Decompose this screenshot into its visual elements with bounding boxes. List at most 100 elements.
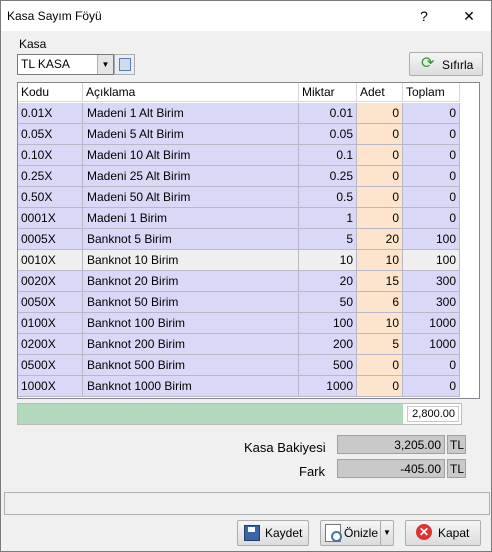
cell-qty: 0.1: [299, 145, 357, 166]
balance-label: Kasa Bakiyesi: [244, 440, 326, 455]
reset-button-label: Sıfırla: [442, 58, 474, 72]
diff-value: -405.00: [337, 459, 445, 478]
cell-qty: 5: [299, 229, 357, 250]
balance-value: 3,205.00: [337, 435, 445, 454]
cell-qty: 200: [299, 334, 357, 355]
total-progress-fill: [18, 404, 404, 424]
table-row[interactable]: 0010X Banknot 10 Birim 10 10 100: [18, 250, 479, 271]
cell-count[interactable]: 0: [357, 124, 403, 145]
cell-desc: Banknot 50 Birim: [83, 292, 299, 313]
cell-desc: Banknot 20 Birim: [83, 271, 299, 292]
count-grid[interactable]: Kodu Açıklama Miktar Adet Toplam 0.01X Ma…: [17, 82, 480, 399]
header-code[interactable]: Kodu: [18, 83, 83, 102]
header-qty[interactable]: Miktar: [299, 83, 357, 102]
help-button[interactable]: ?: [411, 5, 437, 27]
cell-qty: 500: [299, 355, 357, 376]
cell-code: 0005X: [18, 229, 83, 250]
cell-code: 0500X: [18, 355, 83, 376]
kasa-lookup-icon[interactable]: [114, 54, 135, 75]
table-row[interactable]: 0.50X Madeni 50 Alt Birim 0.5 0 0: [18, 187, 479, 208]
cell-count[interactable]: 10: [357, 250, 403, 271]
cell-count[interactable]: 20: [357, 229, 403, 250]
table-row[interactable]: 0005X Banknot 5 Birim 5 20 100: [18, 229, 479, 250]
cell-count[interactable]: 10: [357, 313, 403, 334]
cell-count[interactable]: 0: [357, 376, 403, 397]
cell-count[interactable]: 6: [357, 292, 403, 313]
cell-code: 0050X: [18, 292, 83, 313]
total-progress-bar: 2,800.00: [17, 403, 462, 425]
cell-code: 0.05X: [18, 124, 83, 145]
save-button-label: Kaydet: [265, 526, 303, 540]
cell-desc: Madeni 10 Alt Birim: [83, 145, 299, 166]
preview-button[interactable]: Önizle: [320, 520, 382, 546]
cell-code: 0.50X: [18, 187, 83, 208]
table-row[interactable]: 0.01X Madeni 1 Alt Birim 0.01 0 0: [18, 103, 479, 124]
close-button[interactable]: ✕ Kapat: [405, 520, 481, 546]
diff-currency: TL: [447, 459, 466, 478]
table-row[interactable]: 0020X Banknot 20 Birim 20 15 300: [18, 271, 479, 292]
cell-count[interactable]: 0: [357, 355, 403, 376]
cell-qty: 50: [299, 292, 357, 313]
cell-code: 0.10X: [18, 145, 83, 166]
cell-code: 0100X: [18, 313, 83, 334]
cell-desc: Banknot 10 Birim: [83, 250, 299, 271]
table-row[interactable]: 0050X Banknot 50 Birim 50 6 300: [18, 292, 479, 313]
cell-count[interactable]: 5: [357, 334, 403, 355]
cell-total: 300: [403, 271, 460, 292]
kasa-select-value: TL KASA: [21, 57, 70, 71]
save-button[interactable]: Kaydet: [237, 520, 309, 546]
cell-desc: Madeni 5 Alt Birim: [83, 124, 299, 145]
cell-desc: Banknot 500 Birim: [83, 355, 299, 376]
kasa-sayim-window: Kasa Sayım Föyü ? ✕ Kasa TL KASA ▼ ⟳ Sıf…: [0, 0, 492, 552]
cell-total: 0: [403, 103, 460, 124]
table-row[interactable]: 0500X Banknot 500 Birim 500 0 0: [18, 355, 479, 376]
cell-count[interactable]: 0: [357, 103, 403, 124]
header-count[interactable]: Adet: [357, 83, 403, 102]
preview-dropdown-button[interactable]: ▼: [380, 520, 394, 546]
grid-header: Kodu Açıklama Miktar Adet Toplam: [18, 83, 479, 103]
header-desc[interactable]: Açıklama: [83, 83, 299, 102]
table-row[interactable]: 0.25X Madeni 25 Alt Birim 0.25 0 0: [18, 166, 479, 187]
table-row[interactable]: 1000X Banknot 1000 Birim 1000 0 0: [18, 376, 479, 397]
kasa-label: Kasa: [19, 37, 47, 51]
cell-count[interactable]: 0: [357, 145, 403, 166]
cell-qty: 0.25: [299, 166, 357, 187]
table-row[interactable]: 0.05X Madeni 5 Alt Birim 0.05 0 0: [18, 124, 479, 145]
cell-qty: 100: [299, 313, 357, 334]
chevron-down-icon[interactable]: ▼: [97, 55, 113, 74]
diff-label: Fark: [299, 464, 325, 479]
cell-code: 0010X: [18, 250, 83, 271]
cell-qty: 0.05: [299, 124, 357, 145]
cell-total: 0: [403, 376, 460, 397]
cell-code: 0.01X: [18, 103, 83, 124]
cell-qty: 10: [299, 250, 357, 271]
table-row[interactable]: 0200X Banknot 200 Birim 200 5 1000: [18, 334, 479, 355]
total-value: 2,800.00: [407, 406, 459, 422]
cell-total: 0: [403, 124, 460, 145]
table-row[interactable]: 0001X Madeni 1 Birim 1 0 0: [18, 208, 479, 229]
floppy-disk-icon: [244, 525, 260, 541]
cell-count[interactable]: 0: [357, 166, 403, 187]
cell-qty: 0.01: [299, 103, 357, 124]
close-circle-icon: ✕: [416, 524, 432, 540]
header-total[interactable]: Toplam: [403, 83, 460, 102]
cell-code: 0.25X: [18, 166, 83, 187]
title-bar: Kasa Sayım Föyü ? ✕: [1, 1, 491, 31]
cell-desc: Madeni 1 Alt Birim: [83, 103, 299, 124]
cell-count[interactable]: 0: [357, 208, 403, 229]
reset-button[interactable]: ⟳ Sıfırla: [409, 52, 483, 76]
cell-desc: Banknot 200 Birim: [83, 334, 299, 355]
table-row[interactable]: 0.10X Madeni 10 Alt Birim 0.1 0 0: [18, 145, 479, 166]
cell-total: 1000: [403, 334, 460, 355]
window-title: Kasa Sayım Föyü: [7, 9, 102, 23]
table-row[interactable]: 0100X Banknot 100 Birim 100 10 1000: [18, 313, 479, 334]
grid-blank-area: [460, 83, 479, 398]
close-window-button[interactable]: ✕: [456, 5, 482, 27]
close-button-label: Kapat: [438, 526, 470, 540]
kasa-select[interactable]: TL KASA ▼: [17, 54, 114, 75]
cell-count[interactable]: 15: [357, 271, 403, 292]
cell-total: 0: [403, 208, 460, 229]
chevron-down-icon: ▼: [383, 528, 391, 537]
cell-total: 1000: [403, 313, 460, 334]
cell-count[interactable]: 0: [357, 187, 403, 208]
